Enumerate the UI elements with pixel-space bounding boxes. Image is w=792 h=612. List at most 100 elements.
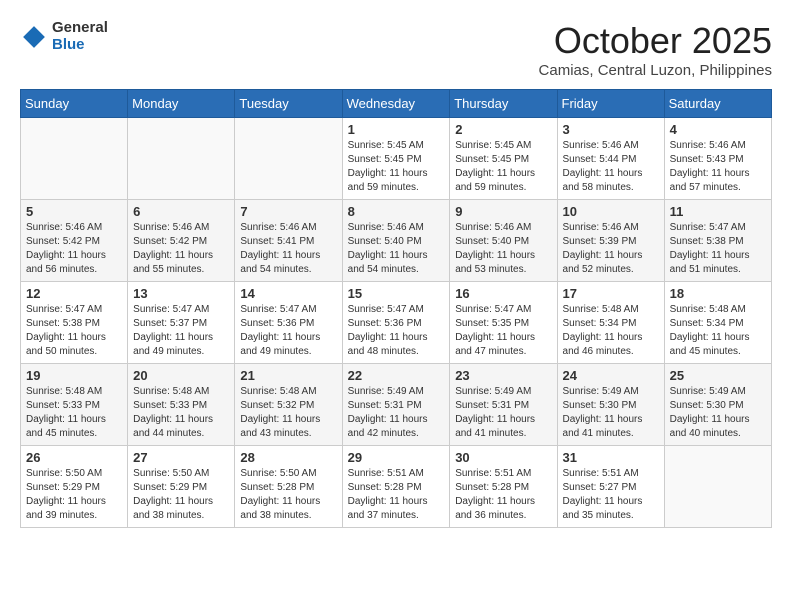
calendar-cell: 10 Sunrise: 5:46 AM Sunset: 5:39 PM Dayli…: [557, 200, 664, 282]
day-info: Sunrise: 5:46 AM Sunset: 5:42 PM Dayligh…: [26, 221, 122, 277]
calendar-cell: 7 Sunrise: 5:46 AM Sunset: 5:41 PM Daylig…: [235, 200, 342, 282]
calendar-cell: [235, 118, 342, 200]
day-info: Sunrise: 5:48 AM Sunset: 5:33 PM Dayligh…: [133, 385, 229, 441]
calendar-cell: [21, 118, 128, 200]
day-number: 24: [563, 368, 659, 383]
day-info: Sunrise: 5:45 AM Sunset: 5:45 PM Dayligh…: [348, 139, 445, 195]
day-number: 14: [240, 286, 336, 301]
calendar-cell: 13 Sunrise: 5:47 AM Sunset: 5:37 PM Dayli…: [128, 282, 235, 364]
day-info: Sunrise: 5:47 AM Sunset: 5:37 PM Dayligh…: [133, 303, 229, 359]
weekday-header-thursday: Thursday: [450, 90, 557, 118]
day-number: 1: [348, 122, 445, 137]
calendar-cell: 8 Sunrise: 5:46 AM Sunset: 5:40 PM Daylig…: [342, 200, 450, 282]
calendar-cell: 4 Sunrise: 5:46 AM Sunset: 5:43 PM Daylig…: [664, 118, 771, 200]
day-number: 17: [563, 286, 659, 301]
day-info: Sunrise: 5:49 AM Sunset: 5:31 PM Dayligh…: [455, 385, 551, 441]
day-info: Sunrise: 5:45 AM Sunset: 5:45 PM Dayligh…: [455, 139, 551, 195]
day-number: 25: [670, 368, 766, 383]
logo-blue: Blue: [52, 37, 108, 54]
calendar-cell: 6 Sunrise: 5:46 AM Sunset: 5:42 PM Daylig…: [128, 200, 235, 282]
day-info: Sunrise: 5:48 AM Sunset: 5:33 PM Dayligh…: [26, 385, 122, 441]
weekday-header-row: SundayMondayTuesdayWednesdayThursdayFrid…: [21, 90, 772, 118]
weekday-header-monday: Monday: [128, 90, 235, 118]
weekday-header-tuesday: Tuesday: [235, 90, 342, 118]
day-number: 20: [133, 368, 229, 383]
day-info: Sunrise: 5:46 AM Sunset: 5:40 PM Dayligh…: [455, 221, 551, 277]
day-info: Sunrise: 5:46 AM Sunset: 5:44 PM Dayligh…: [563, 139, 659, 195]
title-block: October 2025 Camias, Central Luzon, Phil…: [539, 20, 772, 79]
day-number: 12: [26, 286, 122, 301]
day-info: Sunrise: 5:47 AM Sunset: 5:35 PM Dayligh…: [455, 303, 551, 359]
day-number: 6: [133, 204, 229, 219]
weekday-header-wednesday: Wednesday: [342, 90, 450, 118]
day-number: 23: [455, 368, 551, 383]
logo-general: General: [52, 20, 108, 37]
weekday-header-sunday: Sunday: [21, 90, 128, 118]
day-info: Sunrise: 5:47 AM Sunset: 5:36 PM Dayligh…: [348, 303, 445, 359]
calendar-cell: 12 Sunrise: 5:47 AM Sunset: 5:38 PM Dayli…: [21, 282, 128, 364]
day-info: Sunrise: 5:51 AM Sunset: 5:27 PM Dayligh…: [563, 467, 659, 523]
calendar-cell: 15 Sunrise: 5:47 AM Sunset: 5:36 PM Dayli…: [342, 282, 450, 364]
calendar-cell: [128, 118, 235, 200]
day-number: 15: [348, 286, 445, 301]
calendar-cell: 22Sunrise: 5:49 AM Sunset: 5:31 PM Dayli…: [342, 364, 450, 446]
calendar-week-5: 26Sunrise: 5:50 AM Sunset: 5:29 PM Dayli…: [21, 446, 772, 528]
calendar-cell: 23 Sunrise: 5:49 AM Sunset: 5:31 PM Dayli…: [450, 364, 557, 446]
logo-icon: [20, 23, 48, 51]
day-info: Sunrise: 5:51 AM Sunset: 5:28 PM Dayligh…: [455, 467, 551, 523]
day-number: 13: [133, 286, 229, 301]
calendar-cell: 17 Sunrise: 5:48 AM Sunset: 5:34 PM Dayli…: [557, 282, 664, 364]
day-number: 5: [26, 204, 122, 219]
day-number: 31: [563, 450, 659, 465]
calendar-cell: 1 Sunrise: 5:45 AM Sunset: 5:45 PM Daylig…: [342, 118, 450, 200]
month-title: October 2025: [539, 20, 772, 62]
calendar-week-4: 19 Sunrise: 5:48 AM Sunset: 5:33 PM Dayli…: [21, 364, 772, 446]
day-info: Sunrise: 5:46 AM Sunset: 5:43 PM Dayligh…: [670, 139, 766, 195]
calendar-cell: 30Sunrise: 5:51 AM Sunset: 5:28 PM Dayli…: [450, 446, 557, 528]
calendar-cell: 14Sunrise: 5:47 AM Sunset: 5:36 PM Dayli…: [235, 282, 342, 364]
day-number: 2: [455, 122, 551, 137]
day-number: 8: [348, 204, 445, 219]
calendar-cell: 5 Sunrise: 5:46 AM Sunset: 5:42 PM Daylig…: [21, 200, 128, 282]
day-info: Sunrise: 5:50 AM Sunset: 5:28 PM Dayligh…: [240, 467, 336, 523]
day-number: 29: [348, 450, 445, 465]
day-number: 10: [563, 204, 659, 219]
day-info: Sunrise: 5:48 AM Sunset: 5:34 PM Dayligh…: [563, 303, 659, 359]
calendar-cell: 3 Sunrise: 5:46 AM Sunset: 5:44 PM Daylig…: [557, 118, 664, 200]
day-info: Sunrise: 5:46 AM Sunset: 5:39 PM Dayligh…: [563, 221, 659, 277]
calendar-cell: 28 Sunrise: 5:50 AM Sunset: 5:28 PM Dayli…: [235, 446, 342, 528]
calendar-cell: [664, 446, 771, 528]
calendar-cell: 11Sunrise: 5:47 AM Sunset: 5:38 PM Dayli…: [664, 200, 771, 282]
calendar-cell: 21 Sunrise: 5:48 AM Sunset: 5:32 PM Dayli…: [235, 364, 342, 446]
day-number: 9: [455, 204, 551, 219]
day-info: Sunrise: 5:48 AM Sunset: 5:34 PM Dayligh…: [670, 303, 766, 359]
weekday-header-friday: Friday: [557, 90, 664, 118]
day-info: Sunrise: 5:46 AM Sunset: 5:41 PM Dayligh…: [240, 221, 336, 277]
calendar-cell: 16 Sunrise: 5:47 AM Sunset: 5:35 PM Dayli…: [450, 282, 557, 364]
calendar-cell: 24Sunrise: 5:49 AM Sunset: 5:30 PM Dayli…: [557, 364, 664, 446]
day-number: 4: [670, 122, 766, 137]
calendar-cell: 2 Sunrise: 5:45 AM Sunset: 5:45 PM Daylig…: [450, 118, 557, 200]
day-number: 3: [563, 122, 659, 137]
calendar-table: SundayMondayTuesdayWednesdayThursdayFrid…: [20, 89, 772, 528]
day-number: 19: [26, 368, 122, 383]
day-info: Sunrise: 5:46 AM Sunset: 5:40 PM Dayligh…: [348, 221, 445, 277]
calendar-cell: 19 Sunrise: 5:48 AM Sunset: 5:33 PM Dayli…: [21, 364, 128, 446]
day-info: Sunrise: 5:50 AM Sunset: 5:29 PM Dayligh…: [133, 467, 229, 523]
calendar-cell: 9 Sunrise: 5:46 AM Sunset: 5:40 PM Daylig…: [450, 200, 557, 282]
day-info: Sunrise: 5:47 AM Sunset: 5:38 PM Dayligh…: [26, 303, 122, 359]
day-info: Sunrise: 5:48 AM Sunset: 5:32 PM Dayligh…: [240, 385, 336, 441]
logo-text: General Blue: [52, 20, 108, 53]
weekday-header-saturday: Saturday: [664, 90, 771, 118]
day-number: 21: [240, 368, 336, 383]
day-info: Sunrise: 5:50 AM Sunset: 5:29 PM Dayligh…: [26, 467, 122, 523]
day-number: 28: [240, 450, 336, 465]
day-number: 27: [133, 450, 229, 465]
day-number: 7: [240, 204, 336, 219]
day-number: 16: [455, 286, 551, 301]
day-info: Sunrise: 5:46 AM Sunset: 5:42 PM Dayligh…: [133, 221, 229, 277]
calendar-cell: 31 Sunrise: 5:51 AM Sunset: 5:27 PM Dayli…: [557, 446, 664, 528]
calendar-cell: 29Sunrise: 5:51 AM Sunset: 5:28 PM Dayli…: [342, 446, 450, 528]
day-number: 22: [348, 368, 445, 383]
calendar-week-2: 5 Sunrise: 5:46 AM Sunset: 5:42 PM Daylig…: [21, 200, 772, 282]
